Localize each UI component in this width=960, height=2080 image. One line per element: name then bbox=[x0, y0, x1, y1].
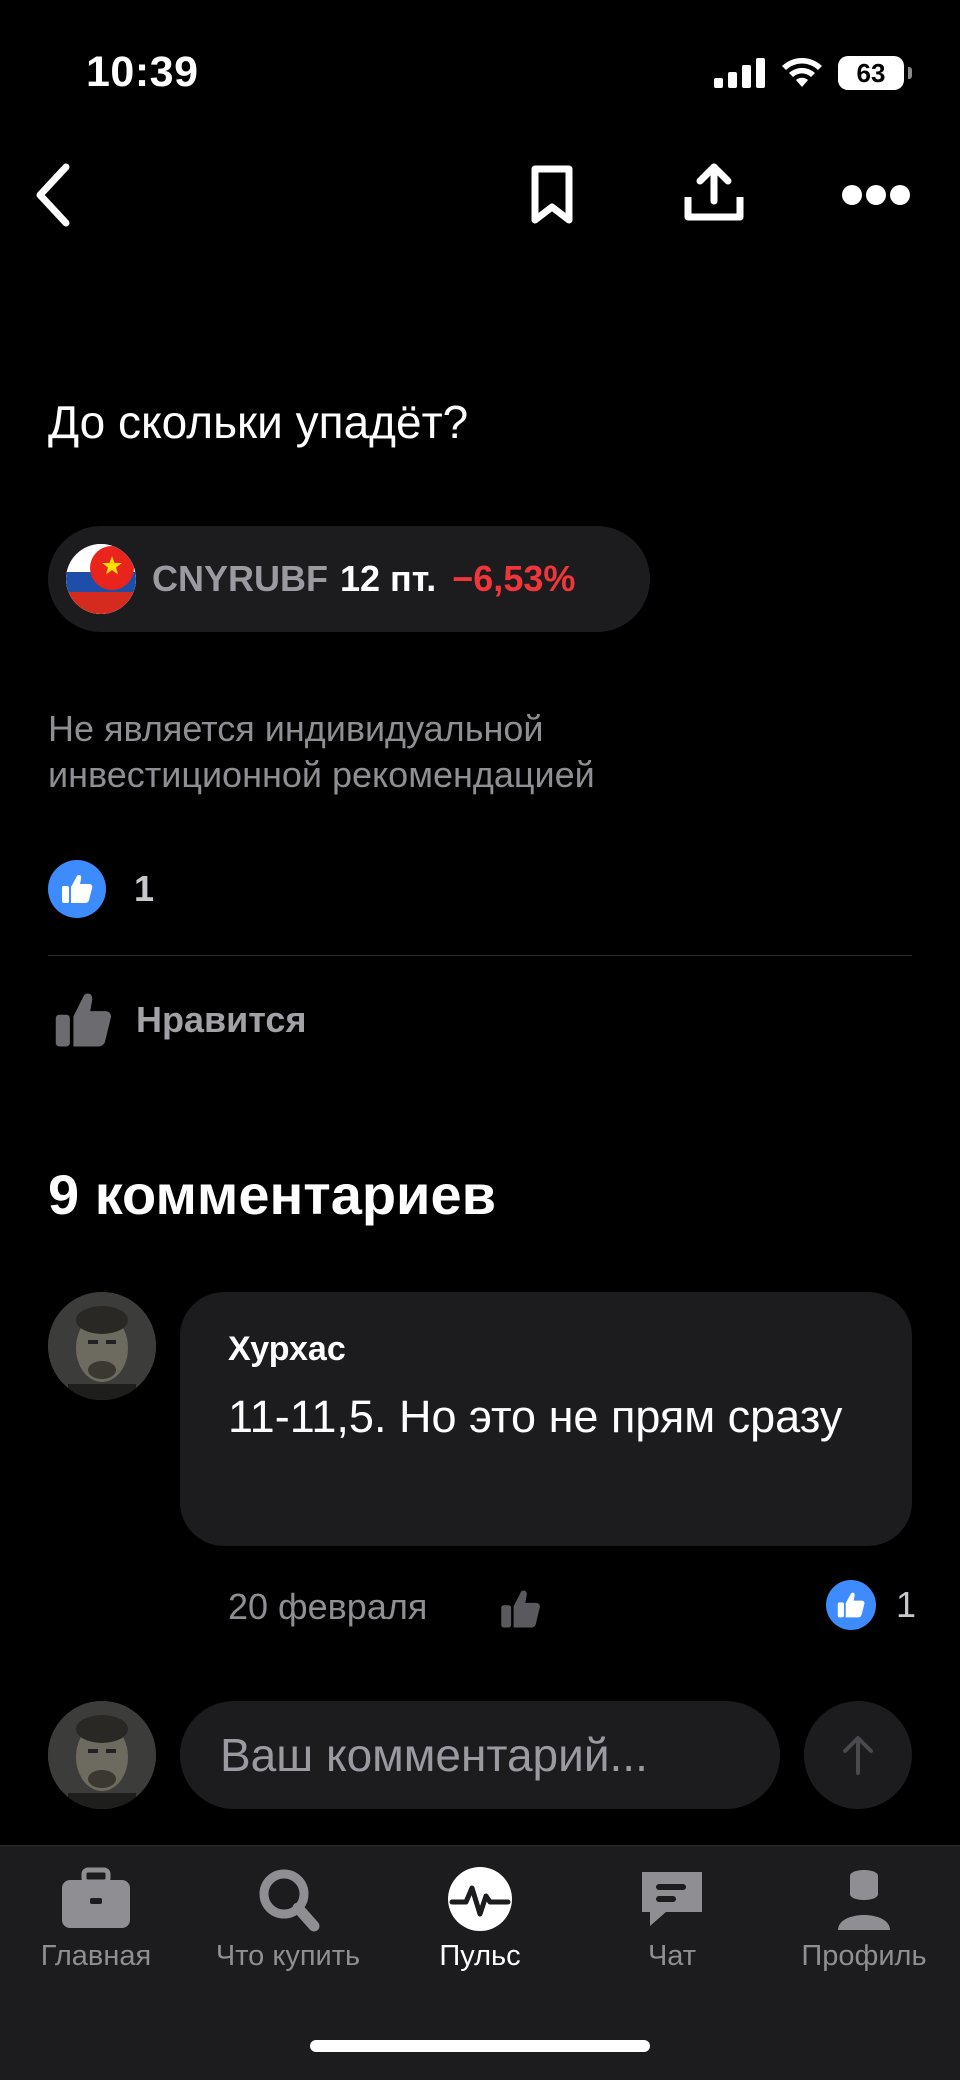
ticker-change: −6,53% bbox=[452, 558, 576, 599]
post-likes-count: 1 bbox=[134, 868, 155, 909]
profile-icon bbox=[838, 1870, 890, 1930]
tab-home[interactable]: Главная bbox=[0, 1866, 192, 1973]
comment-input-placeholder: Ваш комментарий... bbox=[220, 1729, 648, 1781]
wifi-icon bbox=[782, 58, 822, 87]
post-likes-summary[interactable]: 1 bbox=[48, 860, 154, 918]
more-button[interactable] bbox=[836, 170, 916, 220]
comment-likes-summary[interactable]: 1 bbox=[826, 1580, 916, 1630]
share-icon bbox=[684, 163, 744, 221]
comment-date: 20 февраля bbox=[228, 1586, 428, 1627]
tab-label: Профиль bbox=[801, 1940, 927, 1972]
tab-label: Главная bbox=[40, 1940, 152, 1972]
tab-label: Пульс bbox=[439, 1940, 521, 1972]
like-button[interactable]: Нравится bbox=[54, 990, 306, 1050]
ticker-chip[interactable]: CNYRUBF 12 пт. −6,53% bbox=[48, 526, 650, 632]
search-icon bbox=[259, 1869, 320, 1932]
signal-icon bbox=[714, 58, 765, 88]
comment-bubble[interactable]: Хурхас 11-11,5. Но это не прям сразу bbox=[180, 1292, 912, 1546]
ticker-period: 12 пт. bbox=[340, 558, 437, 599]
bookmark-icon bbox=[531, 165, 573, 224]
tab-profile[interactable]: Профиль bbox=[768, 1866, 960, 1973]
divider bbox=[48, 955, 912, 956]
comments-heading: 9 комментариев bbox=[48, 1163, 497, 1226]
tab-pulse[interactable]: Пульс bbox=[384, 1866, 576, 1973]
chat-icon bbox=[642, 1872, 702, 1926]
currency-pair-flag-icon bbox=[66, 544, 136, 614]
back-button[interactable] bbox=[20, 160, 84, 230]
my-avatar bbox=[48, 1701, 156, 1809]
avatar[interactable] bbox=[48, 1292, 156, 1400]
ticker-name: CNYRUBF bbox=[152, 558, 328, 599]
comment-input[interactable]: Ваш комментарий... bbox=[180, 1701, 780, 1809]
thumbs-up-icon bbox=[55, 993, 112, 1047]
home-indicator bbox=[310, 2040, 650, 2052]
more-icon bbox=[842, 185, 910, 205]
tab-label: Чат bbox=[647, 1940, 697, 1972]
arrow-up-icon bbox=[843, 1736, 873, 1775]
share-button[interactable] bbox=[678, 156, 750, 230]
status-time: 10:39 bbox=[86, 48, 199, 96]
bookmark-button[interactable] bbox=[520, 160, 584, 230]
comment-likes-count: 1 bbox=[896, 1584, 917, 1625]
thumbs-up-icon bbox=[826, 1580, 876, 1630]
tab-chat[interactable]: Чат bbox=[576, 1866, 768, 1973]
pulse-icon bbox=[448, 1867, 512, 1931]
like-button-label: Нравится bbox=[136, 999, 307, 1040]
disclaimer-text: Не является индивидуальной инвестиционно… bbox=[48, 708, 595, 795]
tab-label: Что купить bbox=[215, 1940, 361, 1972]
comment-text: 11-11,5. Но это не прям сразу bbox=[228, 1391, 843, 1442]
status-icons: 63 bbox=[714, 56, 912, 90]
tab-what-to-buy[interactable]: Что купить bbox=[192, 1866, 384, 1973]
comment-like-button[interactable] bbox=[500, 1588, 542, 1635]
comment-author[interactable]: Хурхас bbox=[228, 1330, 864, 1369]
battery-indicator: 63 bbox=[838, 56, 912, 90]
thumbs-up-icon bbox=[48, 860, 106, 918]
thumbs-up-icon bbox=[501, 1590, 540, 1628]
send-button[interactable] bbox=[804, 1701, 912, 1809]
chevron-left-icon bbox=[36, 163, 70, 227]
briefcase-icon bbox=[62, 1867, 130, 1928]
post-title: До скольки упадёт? bbox=[48, 396, 469, 448]
